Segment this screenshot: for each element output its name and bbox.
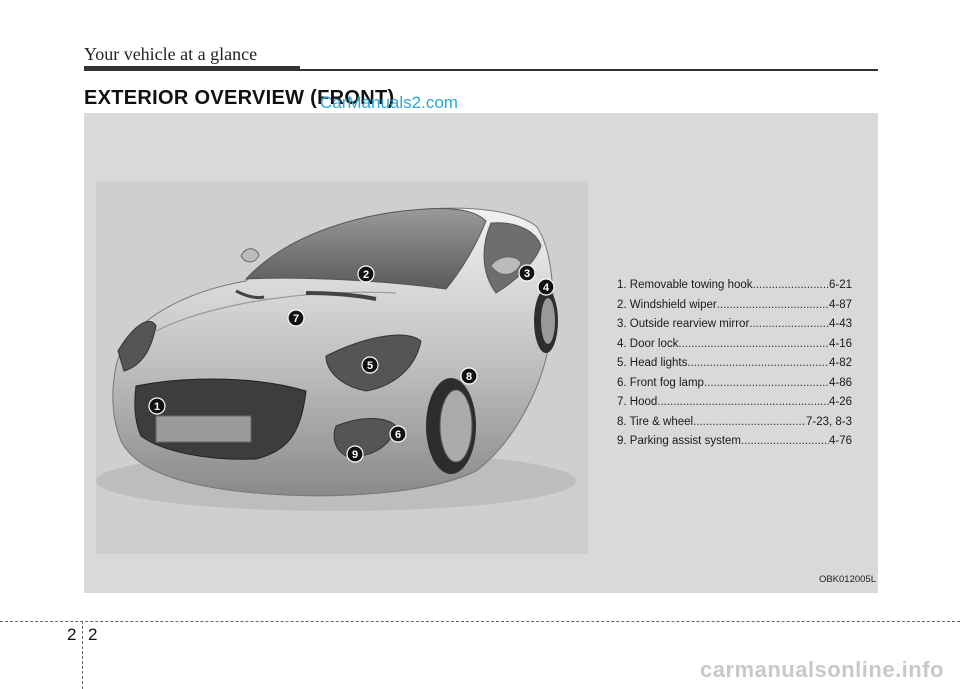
footer-divider [0,621,960,622]
svg-text:4: 4 [543,282,550,294]
callout-6: 6 [389,425,407,443]
svg-text:5: 5 [367,360,373,372]
callout-1: 1 [148,397,166,415]
svg-text:1: 1 [154,401,160,413]
callout-3: 3 [518,264,536,282]
legend-item: 5. Head lights4-82 [617,354,852,374]
legend-item: 2. Windshield wiper4-87 [617,296,852,316]
svg-text:8: 8 [466,371,472,383]
callout-8: 8 [460,367,478,385]
legend-item: 4. Door lock4-16 [617,335,852,355]
watermark-bottom: carmanualsonline.info [700,657,944,682]
figure-code: OBK012005L [818,574,876,585]
svg-text:9: 9 [352,449,358,461]
legend-item: 6. Front fog lamp4-86 [617,374,852,394]
parts-legend: 1. Removable towing hook6-21 2. Windshie… [617,276,852,452]
callout-9: 9 [346,445,364,463]
callout-7: 7 [287,309,305,327]
svg-text:7: 7 [293,313,299,325]
page-number: 2 [88,625,98,644]
callout-2: 2 [357,265,375,283]
header-title: Your vehicle at a glance [84,44,258,64]
footer-vertical-divider [82,621,83,689]
header-rule-thin [300,69,878,71]
svg-text:6: 6 [395,429,401,441]
header-rule-thick [84,66,300,71]
legend-item: 1. Removable towing hook6-21 [617,276,852,296]
chapter-number: 2 [67,625,77,644]
svg-text:2: 2 [363,269,369,281]
svg-text:3: 3 [524,268,530,280]
callout-5: 5 [361,356,379,374]
legend-item: 7. Hood4-26 [617,393,852,413]
legend-item: 3. Outside rearview mirror4-43 [617,315,852,335]
car-illustration: 1 2 3 4 5 6 7 8 9 [96,207,576,511]
watermark-top: CarManuals2.com [320,93,458,112]
callout-4: 4 [537,278,555,296]
legend-item: 9. Parking assist system4-76 [617,432,852,452]
legend-item: 8. Tire & wheel7-23, 8-3 [617,413,852,433]
